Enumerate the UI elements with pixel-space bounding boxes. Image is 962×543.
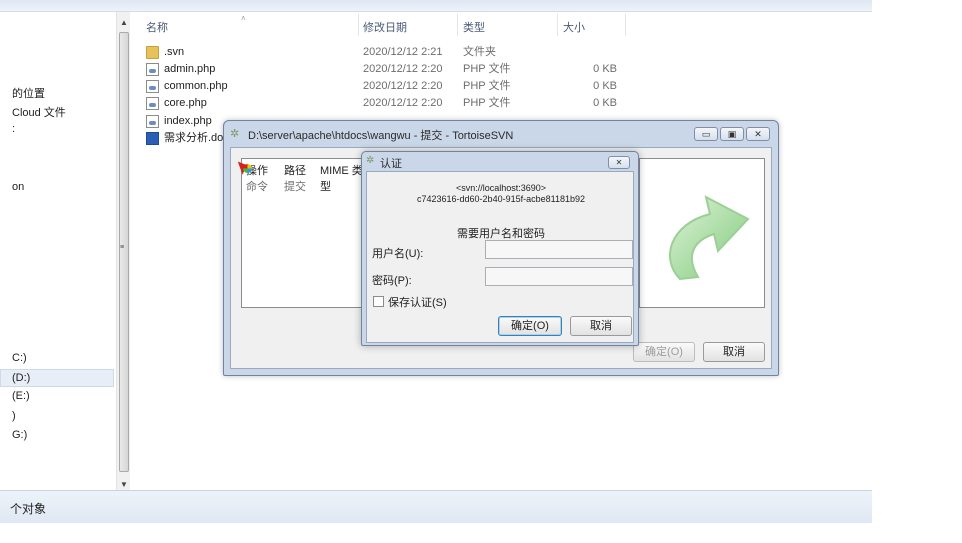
column-divider[interactable] — [358, 14, 359, 36]
password-label: 密码(P): — [372, 275, 412, 287]
realm-uuid: c7423616-dd60-2b40-915f-acbe81181b92 — [417, 194, 585, 204]
column-header-name[interactable]: 名称 — [146, 17, 168, 39]
tortoisesvn-icon: ✲ — [230, 128, 240, 140]
dialog-title: 认证 — [380, 158, 402, 170]
sort-arrow-icon: ˄ — [241, 14, 246, 23]
file-type: PHP 文件 — [463, 80, 511, 92]
file-type: PHP 文件 — [463, 97, 511, 109]
auth-cancel-button[interactable]: 取消 — [570, 316, 632, 336]
column-divider[interactable] — [557, 14, 558, 36]
status-text: 个对象 — [10, 502, 47, 516]
file-name: common.php — [164, 80, 228, 92]
realm-url: <svn://localhost:3690> — [455, 183, 547, 193]
svn-logo-panel — [639, 158, 765, 308]
file-name: admin.php — [164, 63, 216, 75]
minimize-button[interactable]: ▭ — [694, 127, 718, 141]
php-file-icon — [146, 63, 159, 76]
column-header-date[interactable]: 修改日期 — [363, 17, 407, 39]
file-row[interactable]: common.php 2020/12/12 2:20 PHP 文件 0 KB — [140, 78, 680, 95]
word-doc-icon — [146, 132, 159, 145]
nav-scrollbar[interactable]: ▲ ≡ ▼ — [116, 12, 130, 490]
scrollbar-thumb[interactable] — [119, 32, 129, 472]
auth-ok-button[interactable]: 确定(O) — [498, 316, 562, 336]
username-input[interactable] — [485, 240, 633, 259]
commit-cancel-button[interactable]: 取消 — [703, 342, 765, 362]
nav-item-drive-g[interactable]: G:) — [12, 429, 27, 441]
navigation-pane: 的位置 Cloud 文件 : on C:) (D:) (E:) ) G:) — [0, 12, 116, 490]
file-name: index.php — [164, 115, 212, 127]
file-row[interactable]: core.php 2020/12/12 2:20 PHP 文件 0 KB — [140, 95, 680, 112]
file-row[interactable]: admin.php 2020/12/12 2:20 PHP 文件 0 KB — [140, 61, 680, 78]
nav-item-drive-f[interactable]: ) — [12, 410, 16, 422]
column-header-type[interactable]: 类型 — [463, 17, 485, 39]
changes-list[interactable]: 操作 路径 MIME 类型 命令 提交 — [241, 158, 366, 308]
window-title: D:\server\apache\htdocs\wangwu - 提交 - To… — [248, 130, 514, 142]
column-divider[interactable] — [625, 14, 626, 36]
file-name: core.php — [164, 97, 207, 109]
php-file-icon — [146, 97, 159, 110]
nav-item-drive-c[interactable]: C:) — [12, 352, 27, 364]
scroll-down-arrow-icon[interactable]: ▼ — [120, 480, 128, 489]
file-name: 需求分析.doc — [164, 132, 229, 144]
busy-cursor-icon — [243, 164, 252, 173]
file-size: 0 KB — [593, 63, 617, 75]
file-row[interactable]: .svn 2020/12/12 2:21 文件夹 — [140, 44, 680, 61]
auth-dialog: ✲ 认证 ✕ <svn://localhost:3690> c7423616-d… — [361, 151, 639, 346]
tortoisesvn-icon: ✲ — [366, 155, 375, 166]
file-date: 2020/12/12 2:20 — [363, 63, 443, 75]
php-file-icon — [146, 80, 159, 93]
list-header-path[interactable]: 路径 — [284, 162, 306, 178]
desktop-screen: 的位置 Cloud 文件 : on C:) (D:) (E:) ) G:) ▲ … — [0, 0, 872, 523]
list-cell-action: 命令 — [246, 181, 268, 193]
nav-item-locations[interactable]: 的位置 — [12, 85, 45, 101]
list-cell-path: 提交 — [284, 181, 306, 193]
maximize-button[interactable]: ▣ — [720, 127, 744, 141]
scroll-up-arrow-icon[interactable]: ▲ — [120, 18, 128, 27]
status-bar: 个对象 — [0, 490, 872, 523]
nav-item-cloud-files[interactable]: Cloud 文件 — [12, 104, 66, 120]
file-date: 2020/12/12 2:20 — [363, 80, 443, 92]
svn-commit-arrow-icon — [669, 195, 750, 281]
php-file-icon — [146, 115, 159, 128]
nav-item-drive-d[interactable]: (D:) — [0, 369, 114, 387]
auth-prompt: 需要用户名和密码 — [457, 228, 545, 240]
nav-item-drive-e[interactable]: (E:) — [12, 390, 30, 402]
list-header-mime[interactable]: MIME 类型 — [320, 162, 365, 194]
window-top-border — [0, 0, 872, 12]
screen-margin — [872, 0, 962, 543]
username-label: 用户名(U): — [372, 248, 424, 260]
save-auth-label[interactable]: 保存认证(S) — [388, 294, 447, 310]
file-type: PHP 文件 — [463, 63, 511, 75]
file-date: 2020/12/12 2:21 — [363, 46, 443, 58]
close-button[interactable]: ✕ — [746, 127, 770, 141]
save-auth-checkbox[interactable] — [373, 296, 384, 307]
file-type: 文件夹 — [463, 46, 496, 58]
file-size: 0 KB — [593, 80, 617, 92]
auth-body: <svn://localhost:3690> c7423616-dd60-2b4… — [366, 171, 634, 343]
password-input[interactable] — [485, 267, 633, 286]
file-date: 2020/12/12 2:20 — [363, 97, 443, 109]
column-header-size[interactable]: 大小 — [563, 17, 585, 39]
nav-item-partial[interactable]: : — [12, 123, 15, 135]
commit-ok-button[interactable]: 确定(O) — [633, 342, 695, 362]
nav-item-on[interactable]: on — [12, 181, 24, 193]
file-size: 0 KB — [593, 97, 617, 109]
grip-icon: ≡ — [120, 244, 125, 251]
folder-icon — [146, 46, 159, 59]
column-divider[interactable] — [457, 14, 458, 36]
file-name: .svn — [164, 46, 185, 58]
close-button[interactable]: ✕ — [608, 156, 630, 169]
